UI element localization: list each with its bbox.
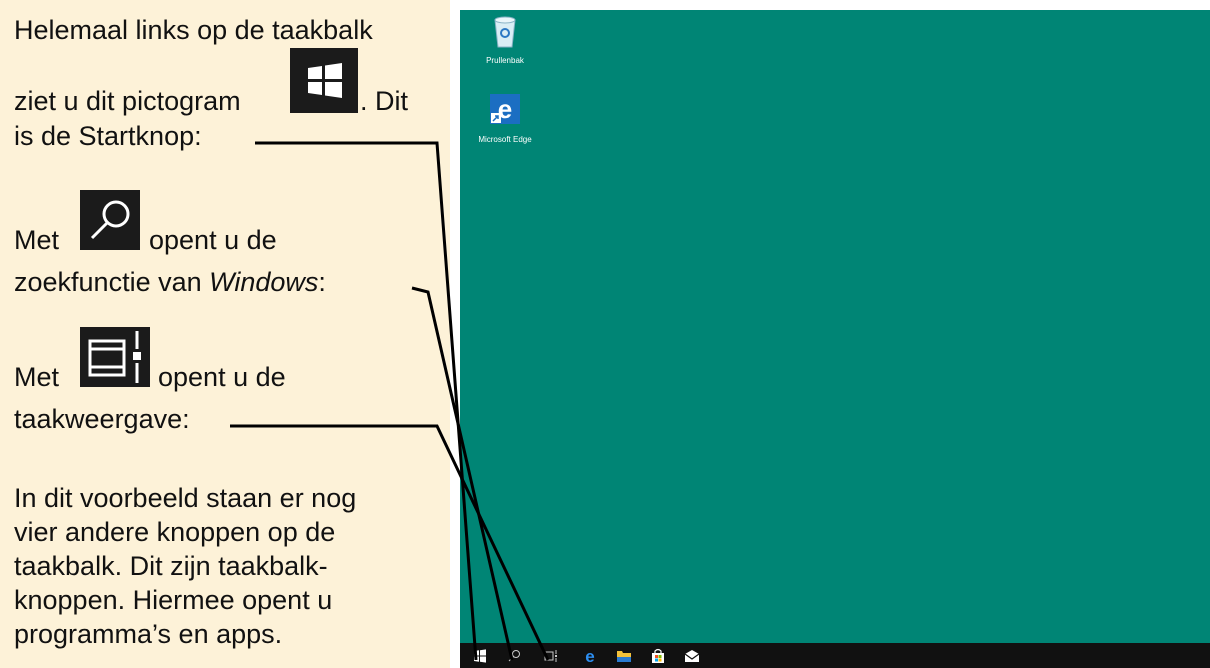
- recycle-bin-icon: [494, 16, 516, 48]
- text-line: taakweergave:: [14, 404, 190, 434]
- store-icon: [652, 648, 664, 663]
- edge-icon: e: [585, 648, 594, 664]
- paragraph-line: knoppen. Hiermee opent u: [14, 585, 333, 615]
- desktop: Prullenbak e Microsoft Edge: [460, 10, 1210, 643]
- search-button[interactable]: [500, 643, 528, 668]
- paragraph-line: In dit voorbeeld staan er nog: [14, 483, 357, 513]
- mail-button[interactable]: [678, 643, 706, 668]
- desktop-icon-label: Microsoft Edge: [478, 135, 532, 144]
- text-fragment: . Dit: [360, 86, 409, 116]
- windows-logo-icon: [290, 48, 358, 113]
- mail-icon: [684, 649, 700, 662]
- text-line: is de Startknop:: [14, 121, 202, 151]
- task-view-icon: [80, 327, 150, 387]
- text-line: Helemaal links op de taakbalk: [14, 15, 373, 45]
- text-fragment: ziet u dit pictogram: [14, 86, 241, 116]
- paragraph-line: vier andere knoppen op de: [14, 517, 336, 547]
- text-line: ziet u dit pictogram: [14, 84, 241, 118]
- file-explorer-button[interactable]: [610, 643, 638, 668]
- edge-taskbar-button[interactable]: e: [576, 643, 604, 668]
- svg-text:e: e: [585, 648, 594, 664]
- task-view-icon: [544, 649, 557, 662]
- store-button[interactable]: [644, 643, 672, 668]
- text-fragment: zoekfunctie van: [14, 267, 210, 297]
- task-view-button[interactable]: [538, 643, 566, 668]
- desktop-icon-edge[interactable]: e Microsoft Edge: [470, 92, 540, 144]
- desktop-icon-label: Prullenbak: [486, 56, 524, 65]
- text-fragment: :: [318, 267, 326, 297]
- text-fragment: opent u de: [149, 225, 277, 255]
- explanation-panel: Helemaal links op de taakbalk ziet u dit…: [0, 0, 450, 668]
- desktop-icon-recycle-bin[interactable]: Prullenbak: [470, 13, 540, 65]
- text-fragment: Met: [14, 225, 60, 255]
- folder-icon: [617, 650, 631, 662]
- start-button[interactable]: [466, 643, 494, 668]
- paragraph-line: programma’s en apps.: [14, 619, 283, 649]
- paragraph-line: taakbalk. Dit zijn taakbalk-: [14, 551, 328, 581]
- search-icon: [80, 190, 140, 250]
- text-fragment: Windows: [209, 267, 319, 297]
- text-fragment: opent u de: [158, 362, 286, 392]
- edge-icon: e: [490, 94, 520, 124]
- search-icon: [508, 649, 520, 661]
- taskbar: e: [460, 643, 1210, 668]
- text-line: zoekfunctie van Windows:: [14, 265, 326, 299]
- text-fragment: Met: [14, 362, 60, 392]
- windows-logo-icon: [474, 648, 486, 663]
